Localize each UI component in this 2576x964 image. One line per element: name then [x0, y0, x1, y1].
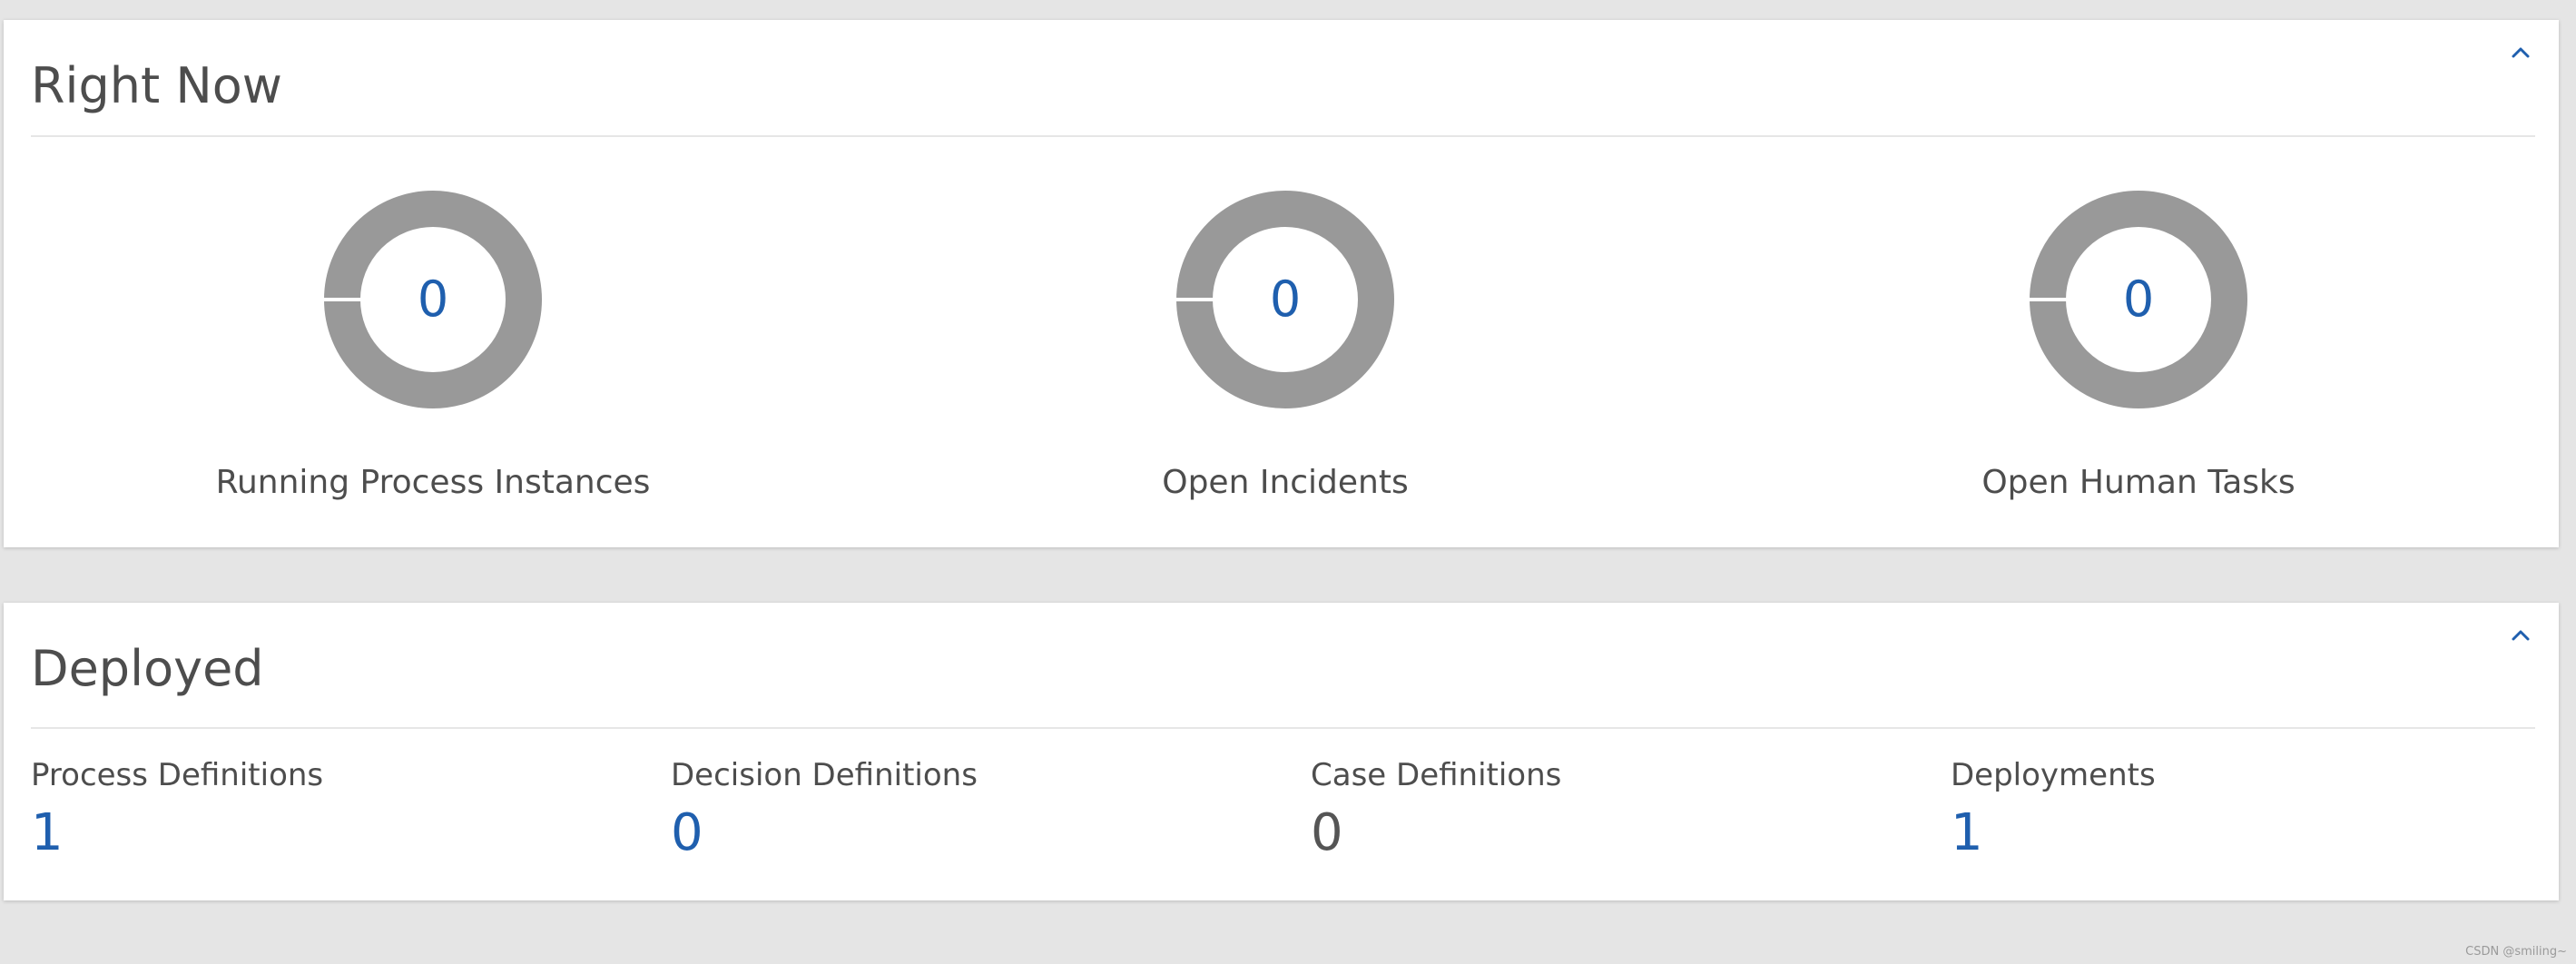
- open-human-tasks-count[interactable]: 0: [2030, 191, 2247, 408]
- process-definitions-count[interactable]: 1: [31, 802, 64, 865]
- running-process-instances-label: Running Process Instances: [215, 464, 651, 501]
- right-now-panel: Right Now 0 Running Process Instances 0 …: [4, 20, 2559, 547]
- open-incidents-count[interactable]: 0: [1176, 191, 1394, 408]
- deployed-collapse-button[interactable]: [2502, 617, 2539, 654]
- open-incidents-label: Open Incidents: [1162, 464, 1409, 501]
- open-human-tasks-stat: 0 Open Human Tasks: [1866, 191, 2411, 526]
- running-process-instances-count[interactable]: 0: [324, 191, 542, 408]
- open-human-tasks-donut[interactable]: 0: [2030, 191, 2247, 408]
- watermark: CSDN @smiling~: [2465, 945, 2567, 959]
- deployed-divider: [31, 727, 2535, 729]
- deployments-count[interactable]: 1: [1951, 802, 1983, 865]
- case-definitions-label: Case Definitions: [1311, 757, 1562, 793]
- open-incidents-donut[interactable]: 0: [1176, 191, 1394, 408]
- deployments-stat: Deployments 1: [1951, 756, 2550, 883]
- running-process-instances-stat: 0 Running Process Instances: [161, 191, 705, 526]
- case-definitions-stat: Case Definitions 0: [1311, 756, 1910, 883]
- open-incidents-stat: 0 Open Incidents: [1013, 191, 1558, 526]
- deployed-title: Deployed: [31, 640, 264, 697]
- right-now-title: Right Now: [31, 57, 282, 114]
- deployments-label: Deployments: [1951, 757, 2156, 793]
- chevron-up-icon: [2512, 630, 2530, 641]
- decision-definitions-label: Decision Definitions: [671, 757, 978, 793]
- decision-definitions-count[interactable]: 0: [671, 802, 703, 865]
- right-now-collapse-button[interactable]: [2502, 34, 2539, 71]
- right-now-divider: [31, 135, 2535, 137]
- deployed-panel: Deployed Process Definitions 1 Decision …: [4, 603, 2559, 900]
- process-definitions-stat: Process Definitions 1: [31, 756, 630, 883]
- running-process-instances-donut[interactable]: 0: [324, 191, 542, 408]
- process-definitions-label: Process Definitions: [31, 757, 324, 793]
- decision-definitions-stat: Decision Definitions 0: [671, 756, 1270, 883]
- chevron-up-icon: [2512, 47, 2530, 58]
- case-definitions-count: 0: [1311, 803, 1343, 862]
- open-human-tasks-label: Open Human Tasks: [1981, 464, 2296, 501]
